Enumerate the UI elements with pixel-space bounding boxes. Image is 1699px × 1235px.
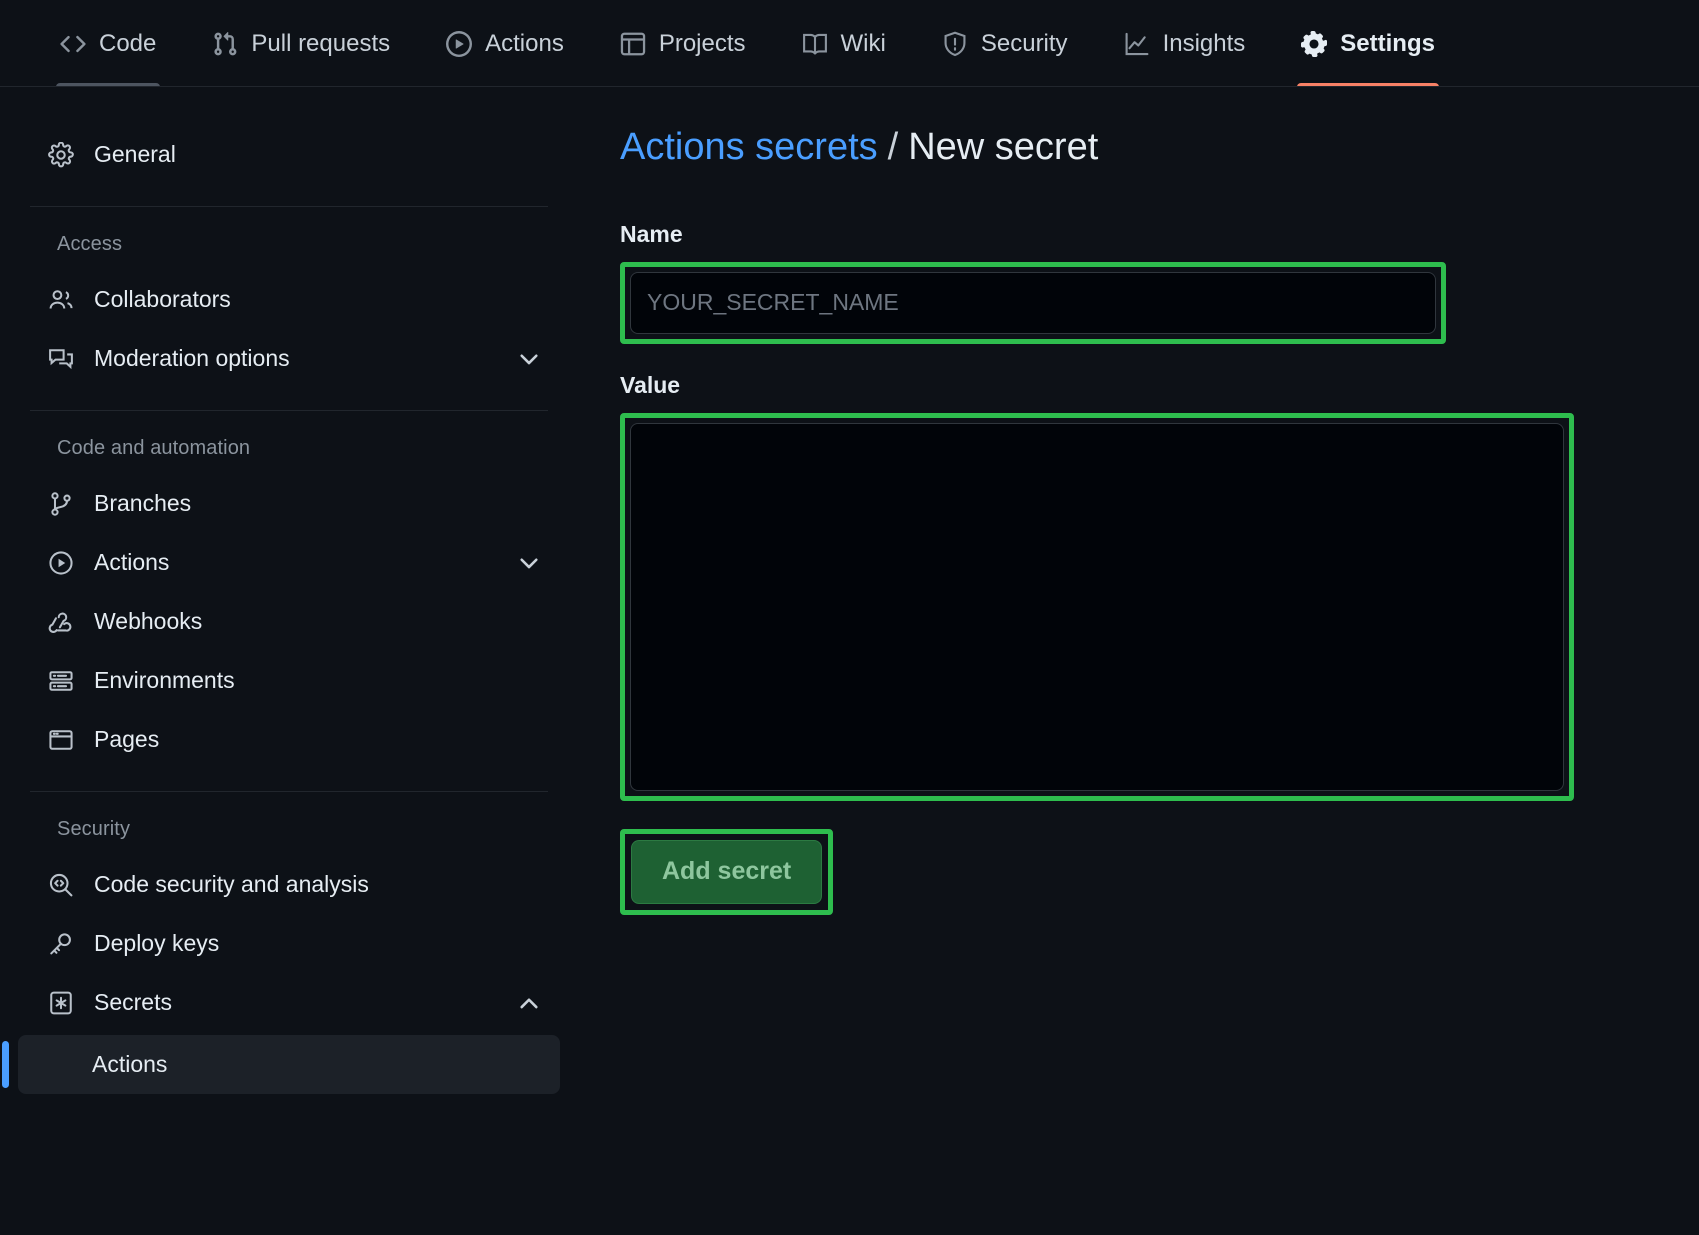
repo-nav-bar: Code Pull requests Actions Projects Wiki [0,0,1699,87]
nav-tab-insights[interactable]: Insights [1096,0,1274,87]
sidebar-divider [30,206,548,207]
sidebar-item-code-security-and-analysis[interactable]: Code security and analysis [18,855,560,914]
sidebar-item-moderation-options[interactable]: Moderation options [18,329,560,388]
nav-tab-code[interactable]: Code [32,0,184,87]
breadcrumb-link-actions-secrets[interactable]: Actions secrets [620,126,878,168]
sidebar-item-deploy-keys[interactable]: Deploy keys [18,914,560,973]
sidebar-item-label: Moderation options [94,347,498,370]
sidebar-heading-code-and-automation: Code and automation [0,433,578,474]
nav-tab-label: Wiki [841,32,886,56]
name-input[interactable] [630,272,1436,334]
nav-tab-actions[interactable]: Actions [418,0,592,87]
value-textarea[interactable] [630,423,1564,791]
sidebar-item-actions[interactable]: Actions [18,533,560,592]
play-circle-icon [446,31,472,57]
code-icon [60,31,86,57]
browser-icon [46,727,76,753]
name-field-label: Name [620,221,1699,248]
sidebar-item-label: Code security and analysis [94,873,542,896]
sidebar-item-collaborators[interactable]: Collaborators [18,270,560,329]
sidebar-divider [30,410,548,411]
breadcrumb: Actions secrets/New secret [620,125,1699,171]
table-icon [620,31,646,57]
nav-tab-label: Insights [1163,32,1246,56]
sidebar-item-webhooks[interactable]: Webhooks [18,592,560,651]
chevron-down-icon[interactable] [516,346,542,372]
people-icon [46,287,76,313]
sidebar-item-label: Branches [94,492,542,515]
sidebar-item-label: Actions [94,551,498,574]
chevron-down-icon[interactable] [516,550,542,576]
settings-sidebar: General Access Collaborators Moderation … [0,87,578,1235]
asterisk-box-icon [46,990,76,1016]
nav-tab-pull-requests[interactable]: Pull requests [184,0,418,87]
value-field-label: Value [620,372,1699,399]
sidebar-item-label: Collaborators [94,288,542,311]
sidebar-subitem-label: Actions [92,1051,167,1078]
nav-tab-label: Projects [659,32,746,56]
sidebar-item-environments[interactable]: Environments [18,651,560,710]
gear-icon [1301,31,1327,57]
code-scan-icon [46,872,76,898]
book-icon [802,31,828,57]
sidebar-item-general[interactable]: General [18,125,560,184]
play-circle-icon [46,550,76,576]
graph-icon [1124,31,1150,57]
nav-tab-label: Actions [485,32,564,56]
annotation-highlight-name [620,262,1446,344]
annotation-highlight-value [620,413,1574,801]
comment-discussion-icon [46,346,76,372]
shield-alert-icon [942,31,968,57]
sidebar-item-secrets[interactable]: Secrets [18,973,560,1032]
sidebar-heading-access: Access [0,229,578,270]
annotation-highlight-add-secret: Add secret [620,829,833,915]
gear-icon [46,142,76,168]
git-pull-request-icon [212,31,238,57]
sidebar-item-label: Environments [94,669,542,692]
breadcrumb-separator: / [888,126,899,168]
settings-page: General Access Collaborators Moderation … [0,87,1699,1235]
add-secret-button[interactable]: Add secret [631,840,822,904]
chevron-up-icon[interactable] [516,990,542,1016]
nav-tab-label: Settings [1340,32,1435,56]
nav-tab-label: Pull requests [251,32,390,56]
webhook-icon [46,609,76,635]
sidebar-item-label: General [94,143,542,166]
nav-tab-security[interactable]: Security [914,0,1096,87]
sidebar-item-label: Webhooks [94,610,542,633]
server-icon [46,668,76,694]
main-content: Actions secrets/New secret Name Value Ad… [578,87,1699,1235]
sidebar-item-label: Pages [94,728,542,751]
sidebar-item-pages[interactable]: Pages [18,710,560,769]
nav-tab-label: Code [99,32,156,56]
sidebar-item-branches[interactable]: Branches [18,474,560,533]
nav-tab-settings[interactable]: Settings [1273,0,1463,87]
sidebar-heading-security: Security [0,814,578,855]
sidebar-subitem-actions[interactable]: Actions [18,1035,560,1094]
sidebar-item-label: Deploy keys [94,932,542,955]
key-icon [46,931,76,957]
sidebar-divider [30,791,548,792]
breadcrumb-current: New secret [908,126,1098,168]
nav-tab-label: Security [981,32,1068,56]
sidebar-item-label: Secrets [94,991,498,1014]
git-branch-icon [46,491,76,517]
nav-tab-wiki[interactable]: Wiki [774,0,914,87]
nav-tab-projects[interactable]: Projects [592,0,774,87]
